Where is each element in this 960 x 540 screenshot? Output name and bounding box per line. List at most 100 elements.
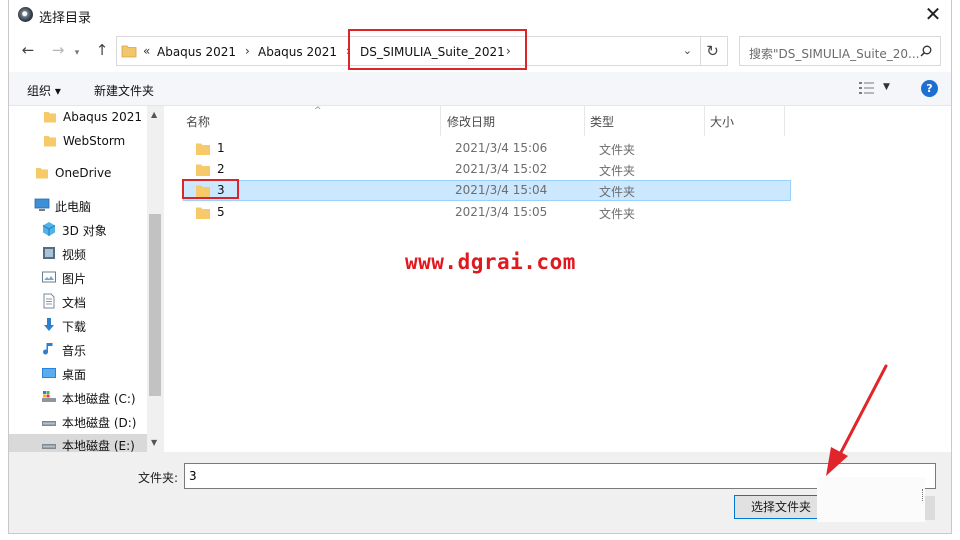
nav-item-label: 桌面 (62, 368, 87, 382)
nav-item-label: 3D 对象 (62, 224, 107, 238)
folder-icon (196, 143, 210, 155)
cancel-button[interactable] (817, 477, 925, 522)
nav-item-label: 音乐 (62, 344, 87, 358)
file-type: 文件夹 (599, 143, 636, 157)
overflow-chevron[interactable]: « (143, 44, 150, 58)
table-row-selected[interactable]: 3 2021/3/4 15:04 文件夹 (183, 180, 791, 201)
column-divider[interactable] (440, 106, 441, 136)
file-date: 2021/3/4 15:05 (455, 205, 548, 219)
table-row[interactable]: 1 2021/3/4 15:06 文件夹 (183, 138, 791, 159)
breadcrumb-separator-icon[interactable]: › (245, 44, 250, 58)
column-header-name[interactable]: 名称 (186, 113, 210, 130)
search-placeholder: 搜索"DS_SIMULIA_Suite_20... (749, 47, 919, 61)
nav-item-label: 本地磁盘 (D:) (62, 416, 137, 430)
organize-menu-button[interactable]: 组织 ▾ (27, 82, 61, 99)
nav-item-label: 视频 (62, 248, 87, 262)
select-folder-button[interactable]: 选择文件夹 (734, 495, 828, 519)
file-list-pane: ^ 名称 修改日期 类型 大小 1 2021/3/4 15:06 文件夹 2 2… (169, 106, 949, 452)
folder-icon (196, 207, 210, 219)
nav-item-videos[interactable]: 视频 (41, 243, 147, 263)
title-bar: 选择目录 ✕ (9, 0, 951, 30)
file-date: 2021/3/4 15:04 (455, 183, 548, 197)
address-dropdown-icon[interactable]: ⌄ (683, 44, 692, 57)
resize-grip[interactable] (925, 496, 935, 520)
file-name: 5 (217, 205, 225, 219)
nav-item-this-pc[interactable]: 此电脑 (34, 195, 147, 215)
command-toolbar: 组织 ▾ 新建文件夹 ▼ ? (9, 72, 951, 106)
nav-item-label: 此电脑 (55, 200, 92, 214)
watermark-text: www.dgrai.com (405, 250, 576, 274)
nav-item-documents[interactable]: 文档 (41, 291, 147, 311)
select-directory-dialog: 选择目录 ✕ ← → ▾ ↑ « Abaqus 2021 › Abaqus 20… (8, 0, 952, 534)
app-icon (18, 7, 33, 22)
file-name: 2 (217, 162, 225, 176)
nav-item-3d-objects[interactable]: 3D 对象 (41, 219, 147, 239)
breadcrumb-highlight-box (348, 29, 527, 70)
forward-arrow-icon[interactable]: → (48, 41, 68, 59)
nav-item-label: 文档 (62, 296, 87, 310)
breadcrumb-abaqus-2021[interactable]: Abaqus 2021 (157, 45, 236, 59)
breadcrumb-abaqus-2021-sub[interactable]: Abaqus 2021 (258, 45, 337, 59)
folder-icon (44, 112, 56, 123)
file-date: 2021/3/4 15:02 (455, 162, 548, 176)
back-arrow-icon[interactable]: ← (18, 41, 38, 59)
view-options-icon[interactable] (858, 81, 876, 95)
table-row[interactable]: 5 2021/3/4 15:05 文件夹 (183, 202, 791, 223)
table-row[interactable]: 2 2021/3/4 15:02 文件夹 (183, 159, 791, 180)
scroll-down-icon[interactable]: ▼ (151, 438, 157, 447)
folder-icon (121, 45, 137, 58)
computer-icon (34, 198, 50, 211)
column-header-size[interactable]: 大小 (710, 113, 734, 130)
nav-item-drive-d[interactable]: 本地磁盘 (D:) (41, 411, 147, 431)
nav-pane-scrollbar[interactable]: ▲ ▼ (147, 106, 164, 452)
file-date: 2021/3/4 15:06 (455, 141, 548, 155)
search-input[interactable]: 搜索"DS_SIMULIA_Suite_20... (739, 36, 941, 66)
file-type: 文件夹 (599, 207, 636, 221)
nav-item-drive-e[interactable]: 本地磁盘 (E:) (9, 434, 147, 452)
new-folder-button[interactable]: 新建文件夹 (94, 82, 154, 99)
recent-locations-chevron-icon[interactable]: ▾ (70, 44, 84, 62)
drive-c-icon (42, 391, 56, 402)
close-button[interactable]: ✕ (915, 0, 951, 30)
folder-field-label: 文件夹: (138, 471, 179, 485)
nav-item-pictures[interactable]: 图片 (41, 267, 147, 287)
refresh-button[interactable]: ↻ (698, 36, 728, 66)
nav-item-webstorm[interactable]: WebStorm (42, 131, 147, 151)
nav-item-label: Abaqus 2021 (63, 110, 143, 124)
up-arrow-icon[interactable]: ↑ (92, 41, 112, 59)
3d-objects-icon (42, 222, 56, 236)
drive-icon (42, 444, 56, 449)
documents-icon (43, 293, 55, 309)
navigation-pane: Abaqus 2021 WebStorm OneDrive 此电脑 3D 对象 … (9, 106, 165, 452)
desktop-icon (42, 368, 56, 378)
file-type: 文件夹 (599, 185, 636, 199)
column-header-date[interactable]: 修改日期 (447, 113, 495, 130)
nav-item-drive-c[interactable]: 本地磁盘 (C:) (41, 387, 147, 407)
view-dropdown-icon[interactable]: ▼ (883, 82, 890, 92)
scrollbar-thumb[interactable] (149, 214, 161, 396)
nav-item-label: OneDrive (55, 166, 112, 180)
scroll-up-icon[interactable]: ▲ (151, 110, 157, 119)
drive-icon (42, 421, 56, 426)
button-border-fragment (922, 489, 924, 501)
column-divider[interactable] (704, 106, 705, 136)
column-divider[interactable] (584, 106, 585, 136)
nav-item-desktop[interactable]: 桌面 (41, 363, 147, 383)
music-icon (43, 343, 53, 355)
nav-item-music[interactable]: 音乐 (41, 339, 147, 359)
nav-item-downloads[interactable]: 下载 (41, 315, 147, 335)
selected-folder-highlight-box (182, 179, 239, 199)
nav-item-onedrive[interactable]: OneDrive (34, 163, 147, 183)
help-button[interactable]: ? (921, 80, 938, 97)
file-type: 文件夹 (599, 164, 636, 178)
file-name: 1 (217, 141, 225, 155)
video-icon (43, 247, 55, 259)
nav-item-label: 图片 (62, 272, 87, 286)
nav-item-label: WebStorm (63, 134, 126, 148)
folder-icon (196, 164, 210, 176)
column-divider[interactable] (784, 106, 785, 136)
search-icon[interactable] (920, 45, 932, 57)
column-header-type[interactable]: 类型 (590, 113, 614, 130)
window-title: 选择目录 (39, 11, 92, 26)
nav-item-abaqus-2021[interactable]: Abaqus 2021 (42, 107, 147, 127)
